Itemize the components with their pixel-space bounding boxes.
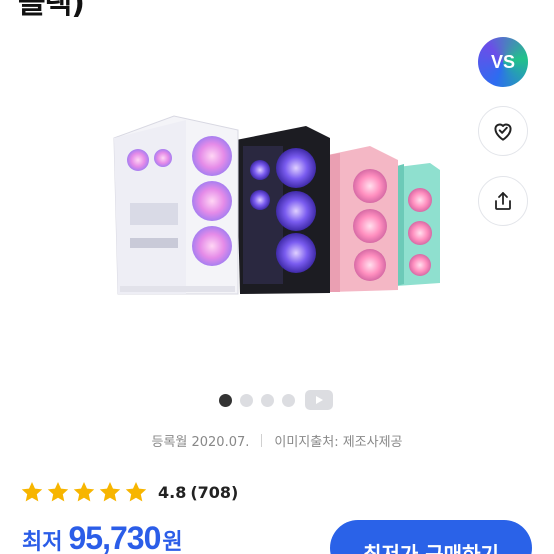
black-case <box>236 126 330 294</box>
gallery-dot[interactable] <box>282 393 295 407</box>
star-icon <box>21 482 43 502</box>
image-source: 이미지출처: 제조사제공 <box>274 435 403 450</box>
price-value: 95,730 <box>68 520 161 554</box>
product-title: 블랙) <box>18 0 85 21</box>
pink-case <box>323 146 398 292</box>
review-count[interactable]: (708) <box>190 483 238 502</box>
white-case <box>113 115 239 295</box>
star-icon <box>99 482 121 502</box>
star-icon <box>47 482 69 502</box>
gallery-pagination <box>219 390 333 410</box>
rating[interactable]: 4.8 (708) <box>20 480 238 504</box>
registered-date: 등록월 2020.07. <box>151 435 250 450</box>
share-icon <box>495 192 511 210</box>
star-icon <box>73 482 95 502</box>
gallery-dot[interactable] <box>261 393 274 407</box>
share-button[interactable] <box>478 176 528 226</box>
meta-divider <box>261 434 263 447</box>
play-icon <box>316 396 323 404</box>
star-icon <box>125 482 147 502</box>
rating-score: 4.8 <box>158 482 187 502</box>
product-image[interactable] <box>108 108 448 298</box>
compare-button[interactable]: VS <box>478 37 528 87</box>
buy-button-label: 최저가 구매하기 <box>363 542 499 554</box>
price-label: 최저 <box>22 530 63 554</box>
lowest-price: 최저 95,730 원 <box>22 520 183 554</box>
product-meta: 등록월 2020.07. 이미지출처: 제조사제공 <box>0 431 554 450</box>
compare-label: VS <box>490 51 515 72</box>
wishlist-button[interactable] <box>478 106 528 156</box>
gallery-dot[interactable] <box>240 393 253 407</box>
price-unit: 원 <box>162 530 183 554</box>
video-thumb-button[interactable] <box>305 390 333 410</box>
buy-lowest-price-button[interactable]: 최저가 구매하기 <box>330 520 532 554</box>
heart-check-icon <box>494 123 512 141</box>
gallery-dot[interactable] <box>219 393 232 407</box>
